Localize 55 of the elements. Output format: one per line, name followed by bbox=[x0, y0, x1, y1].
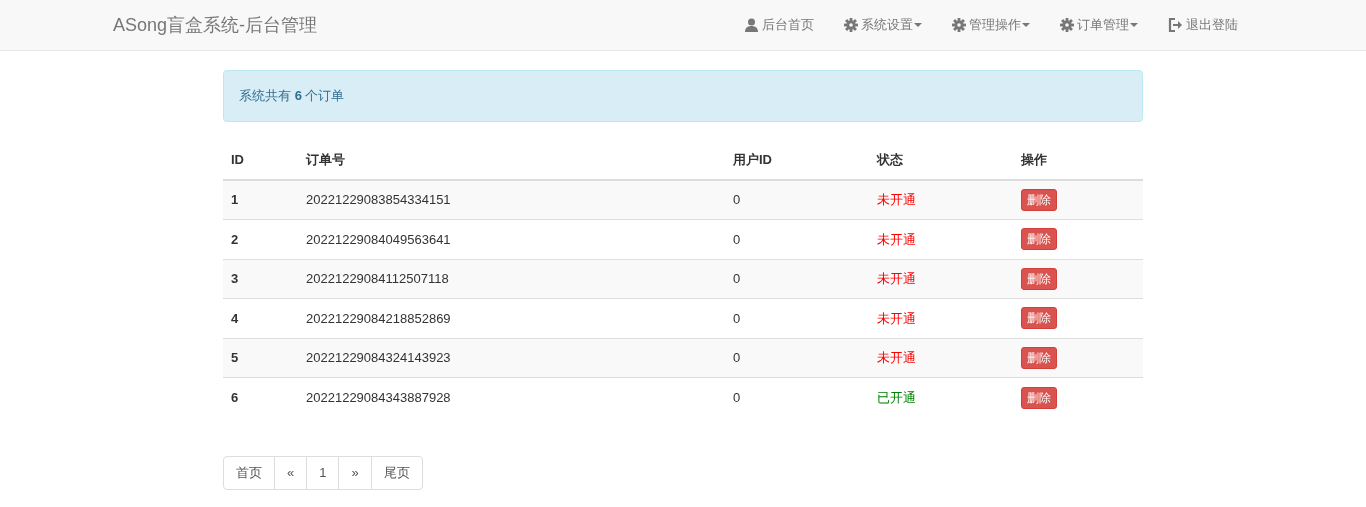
user-id: 0 bbox=[733, 271, 741, 286]
row-id: 4 bbox=[231, 310, 239, 326]
order-number: 20221229084324143923 bbox=[306, 350, 451, 365]
user-id: 0 bbox=[733, 192, 741, 208]
delete-button[interactable]: 删除 bbox=[1021, 346, 1057, 369]
page-link[interactable]: 1 bbox=[306, 457, 339, 489]
user-icon bbox=[745, 18, 758, 32]
nav-link[interactable]: 后台首页 bbox=[730, 0, 829, 50]
row-id: 2 bbox=[231, 231, 239, 247]
caret-icon bbox=[1130, 23, 1138, 27]
brand-title[interactable]: ASong盲盒系统-后台管理 bbox=[113, 11, 318, 39]
column-header: 操作 bbox=[1021, 152, 1047, 168]
order-count-text: 系统共有 6 个订单 bbox=[239, 87, 345, 106]
logout-icon bbox=[1168, 18, 1182, 32]
caret-icon bbox=[1022, 23, 1030, 27]
row-id: 6 bbox=[231, 389, 239, 405]
caret-icon bbox=[914, 23, 922, 27]
status-text: 未开通 bbox=[877, 350, 916, 365]
user-id: 0 bbox=[733, 350, 741, 365]
order-number: 20221229084049563641 bbox=[306, 231, 451, 247]
gear-icon bbox=[844, 18, 858, 32]
delete-button[interactable]: 删除 bbox=[1021, 386, 1057, 409]
status-text: 未开通 bbox=[877, 192, 916, 208]
delete-button[interactable]: 删除 bbox=[1021, 267, 1057, 290]
user-id: 0 bbox=[733, 231, 741, 247]
delete-button[interactable]: 删除 bbox=[1021, 189, 1057, 211]
nav-dropdown[interactable]: 订单管理 bbox=[1045, 0, 1153, 50]
column-header: 状态 bbox=[877, 152, 903, 168]
status-text: 未开通 bbox=[877, 310, 916, 326]
order-number: 20221229084112507118 bbox=[306, 271, 449, 286]
status-text: 已开通 bbox=[877, 389, 916, 405]
row-id: 5 bbox=[231, 350, 239, 365]
row-id: 3 bbox=[231, 271, 239, 286]
row-id: 1 bbox=[231, 192, 239, 208]
delete-button[interactable]: 删除 bbox=[1021, 228, 1057, 251]
delete-button[interactable]: 删除 bbox=[1021, 307, 1057, 330]
page-link[interactable]: 首页 bbox=[224, 457, 274, 489]
nav-dropdown[interactable]: 系统设置 bbox=[829, 0, 937, 50]
status-text: 未开通 bbox=[877, 231, 916, 247]
gear-icon bbox=[952, 18, 966, 32]
user-id: 0 bbox=[733, 389, 741, 405]
order-number: 20221229084218852869 bbox=[306, 310, 451, 326]
page-link[interactable]: » bbox=[338, 457, 371, 489]
order-number: 20221229083854334151 bbox=[306, 192, 451, 208]
status-text: 未开通 bbox=[877, 271, 916, 286]
nav-link[interactable]: 退出登陆 bbox=[1153, 0, 1253, 50]
order-number: 20221229084343887928 bbox=[306, 389, 451, 405]
page-link[interactable]: « bbox=[274, 457, 307, 489]
column-header: ID bbox=[231, 152, 244, 168]
user-id: 0 bbox=[733, 310, 741, 326]
column-header: 用户ID bbox=[733, 152, 772, 168]
page-link[interactable]: 尾页 bbox=[370, 457, 422, 489]
nav-dropdown[interactable]: 管理操作 bbox=[937, 0, 1045, 50]
gear-icon bbox=[1060, 18, 1074, 32]
column-header: 订单号 bbox=[306, 152, 345, 168]
